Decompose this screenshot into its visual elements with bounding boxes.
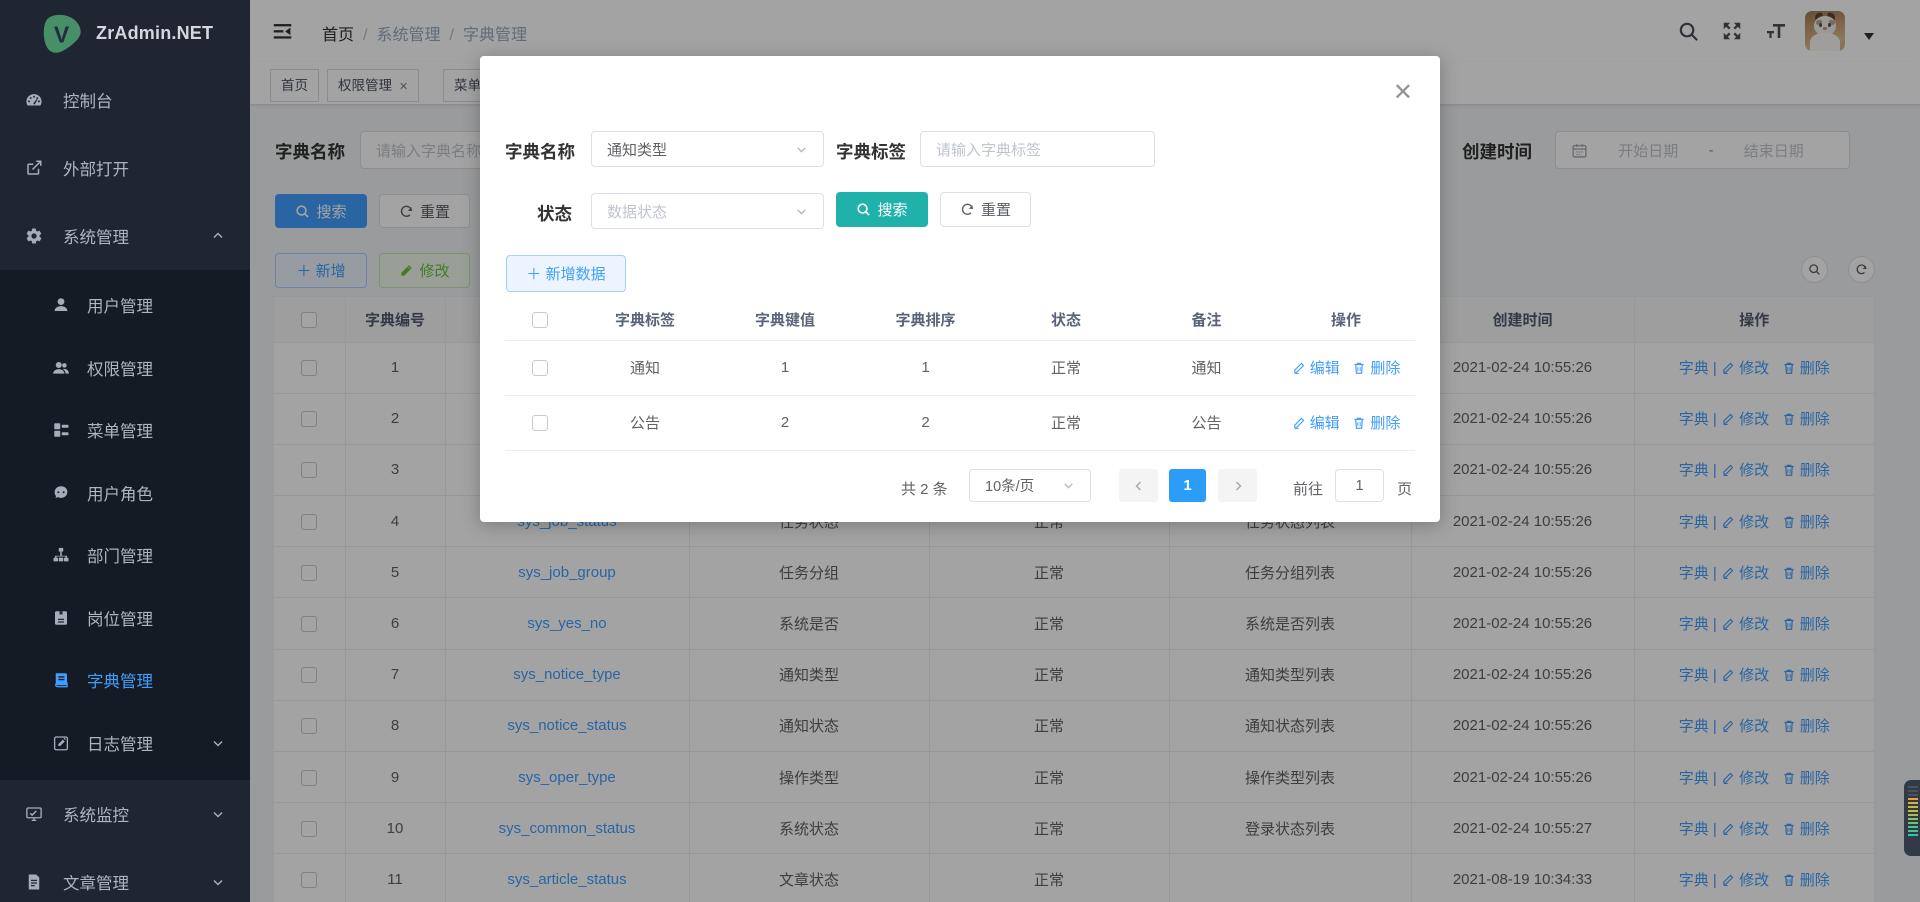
svg-text:V: V — [54, 21, 70, 47]
